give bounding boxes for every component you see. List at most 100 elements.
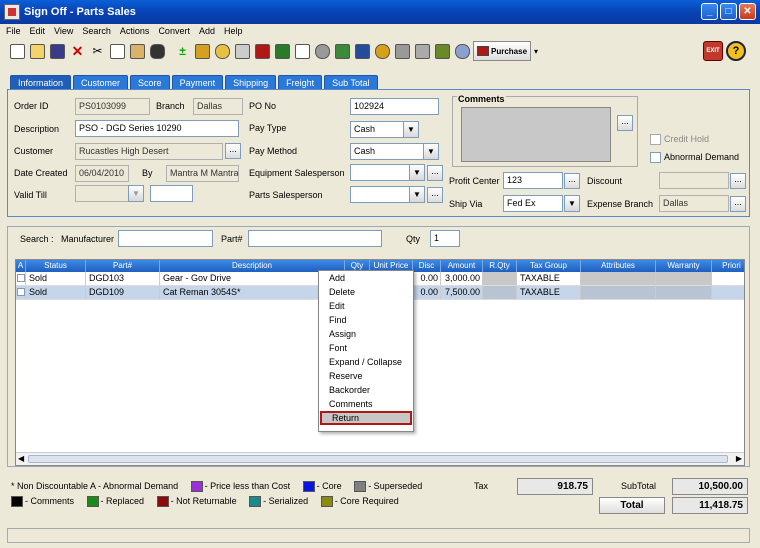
save-icon[interactable] [48,41,67,61]
valid-till-field[interactable] [75,185,129,202]
horizontal-scrollbar[interactable]: ◀ ▶ [16,452,744,465]
ship-via-select[interactable]: Fed Ex [503,195,563,212]
context-item-add[interactable]: Add [319,271,413,285]
context-item-comments[interactable]: Comments [319,397,413,411]
truck-icon[interactable] [393,41,412,61]
document-icon[interactable] [293,41,312,61]
print-icon[interactable] [333,41,352,61]
qty-input[interactable]: 1 [430,230,460,247]
context-item-delete[interactable]: Delete [319,285,413,299]
tab-freight[interactable]: Freight [278,75,323,89]
profit-center-lookup-button[interactable]: ... [564,173,580,189]
col-amount[interactable]: Amount [441,260,483,272]
dollar-icon[interactable] [273,41,292,61]
row-checkbox[interactable] [17,288,25,296]
parts-salesperson-dropdown-icon[interactable]: ▼ [409,186,425,203]
col-part[interactable]: Part# [86,260,160,272]
col-tax-group[interactable]: Tax Group [517,260,581,272]
delete-icon[interactable]: ✕ [68,41,87,61]
binoculars-icon[interactable] [148,41,167,61]
context-item-edit[interactable]: Edit [319,299,413,313]
col-status[interactable]: Status [26,260,86,272]
maximize-button[interactable]: □ [720,3,737,20]
menu-add[interactable]: Add [199,26,215,36]
exit-button[interactable]: EXIT [703,41,723,61]
tab-shipping[interactable]: Shipping [225,75,277,89]
col-a[interactable]: A [16,260,26,272]
expense-branch-lookup-button[interactable]: ... [730,196,746,212]
pay-method-dropdown-icon[interactable]: ▼ [423,143,439,160]
wrench-icon[interactable] [373,41,392,61]
new-icon[interactable] [8,41,27,61]
parts-icon[interactable] [433,41,452,61]
profit-center-input[interactable]: 123 [503,172,563,189]
pay-type-select[interactable]: Cash [350,121,404,138]
copy-icon[interactable] [108,41,127,61]
manufacturer-input[interactable] [118,230,213,247]
purchase-dropdown-icon[interactable]: ▾ [532,41,540,61]
menu-file[interactable]: File [6,26,21,36]
parts-salesperson-select[interactable] [350,186,410,203]
menu-help[interactable]: Help [224,26,243,36]
comments-area[interactable] [461,107,611,162]
discount-lookup-button[interactable]: ... [730,173,746,189]
gear-icon[interactable] [313,41,332,61]
po-no-input[interactable]: 102924 [350,98,439,115]
pay-type-dropdown-icon[interactable]: ▼ [403,121,419,138]
minimize-button[interactable]: _ [701,3,718,20]
add-item-icon[interactable]: ± [173,41,192,61]
box-icon[interactable] [413,41,432,61]
settings-icon[interactable] [453,41,472,61]
menu-search[interactable]: Search [82,26,111,36]
row-checkbox[interactable] [17,274,25,282]
col-rqty[interactable]: R.Qty [483,260,517,272]
context-item-return[interactable]: Return [320,411,412,425]
valid-till-input[interactable] [150,185,193,202]
menu-view[interactable]: View [54,26,73,36]
close-button[interactable]: ✕ [739,3,756,20]
menu-edit[interactable]: Edit [30,26,46,36]
description-input[interactable]: PSO - DGD Series 10290 [75,120,239,137]
col-disc[interactable]: Disc [413,260,441,272]
ship-via-dropdown-icon[interactable]: ▼ [564,195,580,212]
context-item-font[interactable]: Font [319,341,413,355]
context-item-assign[interactable]: Assign [319,327,413,341]
col-warranty[interactable]: Warranty [656,260,712,272]
equipment-salesperson-select[interactable] [350,164,410,181]
help-button[interactable]: ? [726,41,746,61]
tools-icon[interactable] [193,41,212,61]
equipment-salesperson-dropdown-icon[interactable]: ▼ [409,164,425,181]
context-item-find[interactable]: Find [319,313,413,327]
context-item-reserve[interactable]: Reserve [319,369,413,383]
comments-edit-button[interactable]: ... [617,115,633,131]
valid-till-dropdown-icon[interactable]: ▼ [128,185,144,202]
pay-icon[interactable] [253,41,272,61]
context-item-backorder[interactable]: Backorder [319,383,413,397]
equipment-salesperson-lookup-button[interactable]: ... [427,165,443,181]
paste-icon[interactable] [128,41,147,61]
parts-salesperson-lookup-button[interactable]: ... [427,187,443,203]
open-icon[interactable] [28,41,47,61]
menu-convert[interactable]: Convert [158,26,190,36]
tab-sub-total[interactable]: Sub Total [324,75,378,89]
col-priority[interactable]: Priori [712,260,744,272]
pay-method-select[interactable]: Cash [350,143,424,160]
part-search-input[interactable] [248,230,382,247]
total-button[interactable]: Total [599,497,665,514]
scroll-right-icon[interactable]: ▶ [736,454,742,463]
scroll-left-icon[interactable]: ◀ [18,454,24,463]
tab-payment[interactable]: Payment [171,75,224,89]
credit-hold-checkbox[interactable] [650,134,661,145]
tab-customer[interactable]: Customer [73,75,129,89]
tab-score[interactable]: Score [130,75,170,89]
col-attributes[interactable]: Attributes [581,260,656,272]
context-item-expand-collapse[interactable]: Expand / Collapse [319,355,413,369]
customer-lookup-button[interactable]: ... [225,143,241,159]
calculator-icon[interactable] [233,41,252,61]
menu-actions[interactable]: Actions [120,26,150,36]
disk-icon[interactable] [353,41,372,61]
purchase-button[interactable]: Purchase [473,41,532,61]
cut-icon[interactable]: ✂ [88,41,107,61]
group-icon[interactable] [213,41,232,61]
scroll-thumb[interactable] [28,455,728,463]
